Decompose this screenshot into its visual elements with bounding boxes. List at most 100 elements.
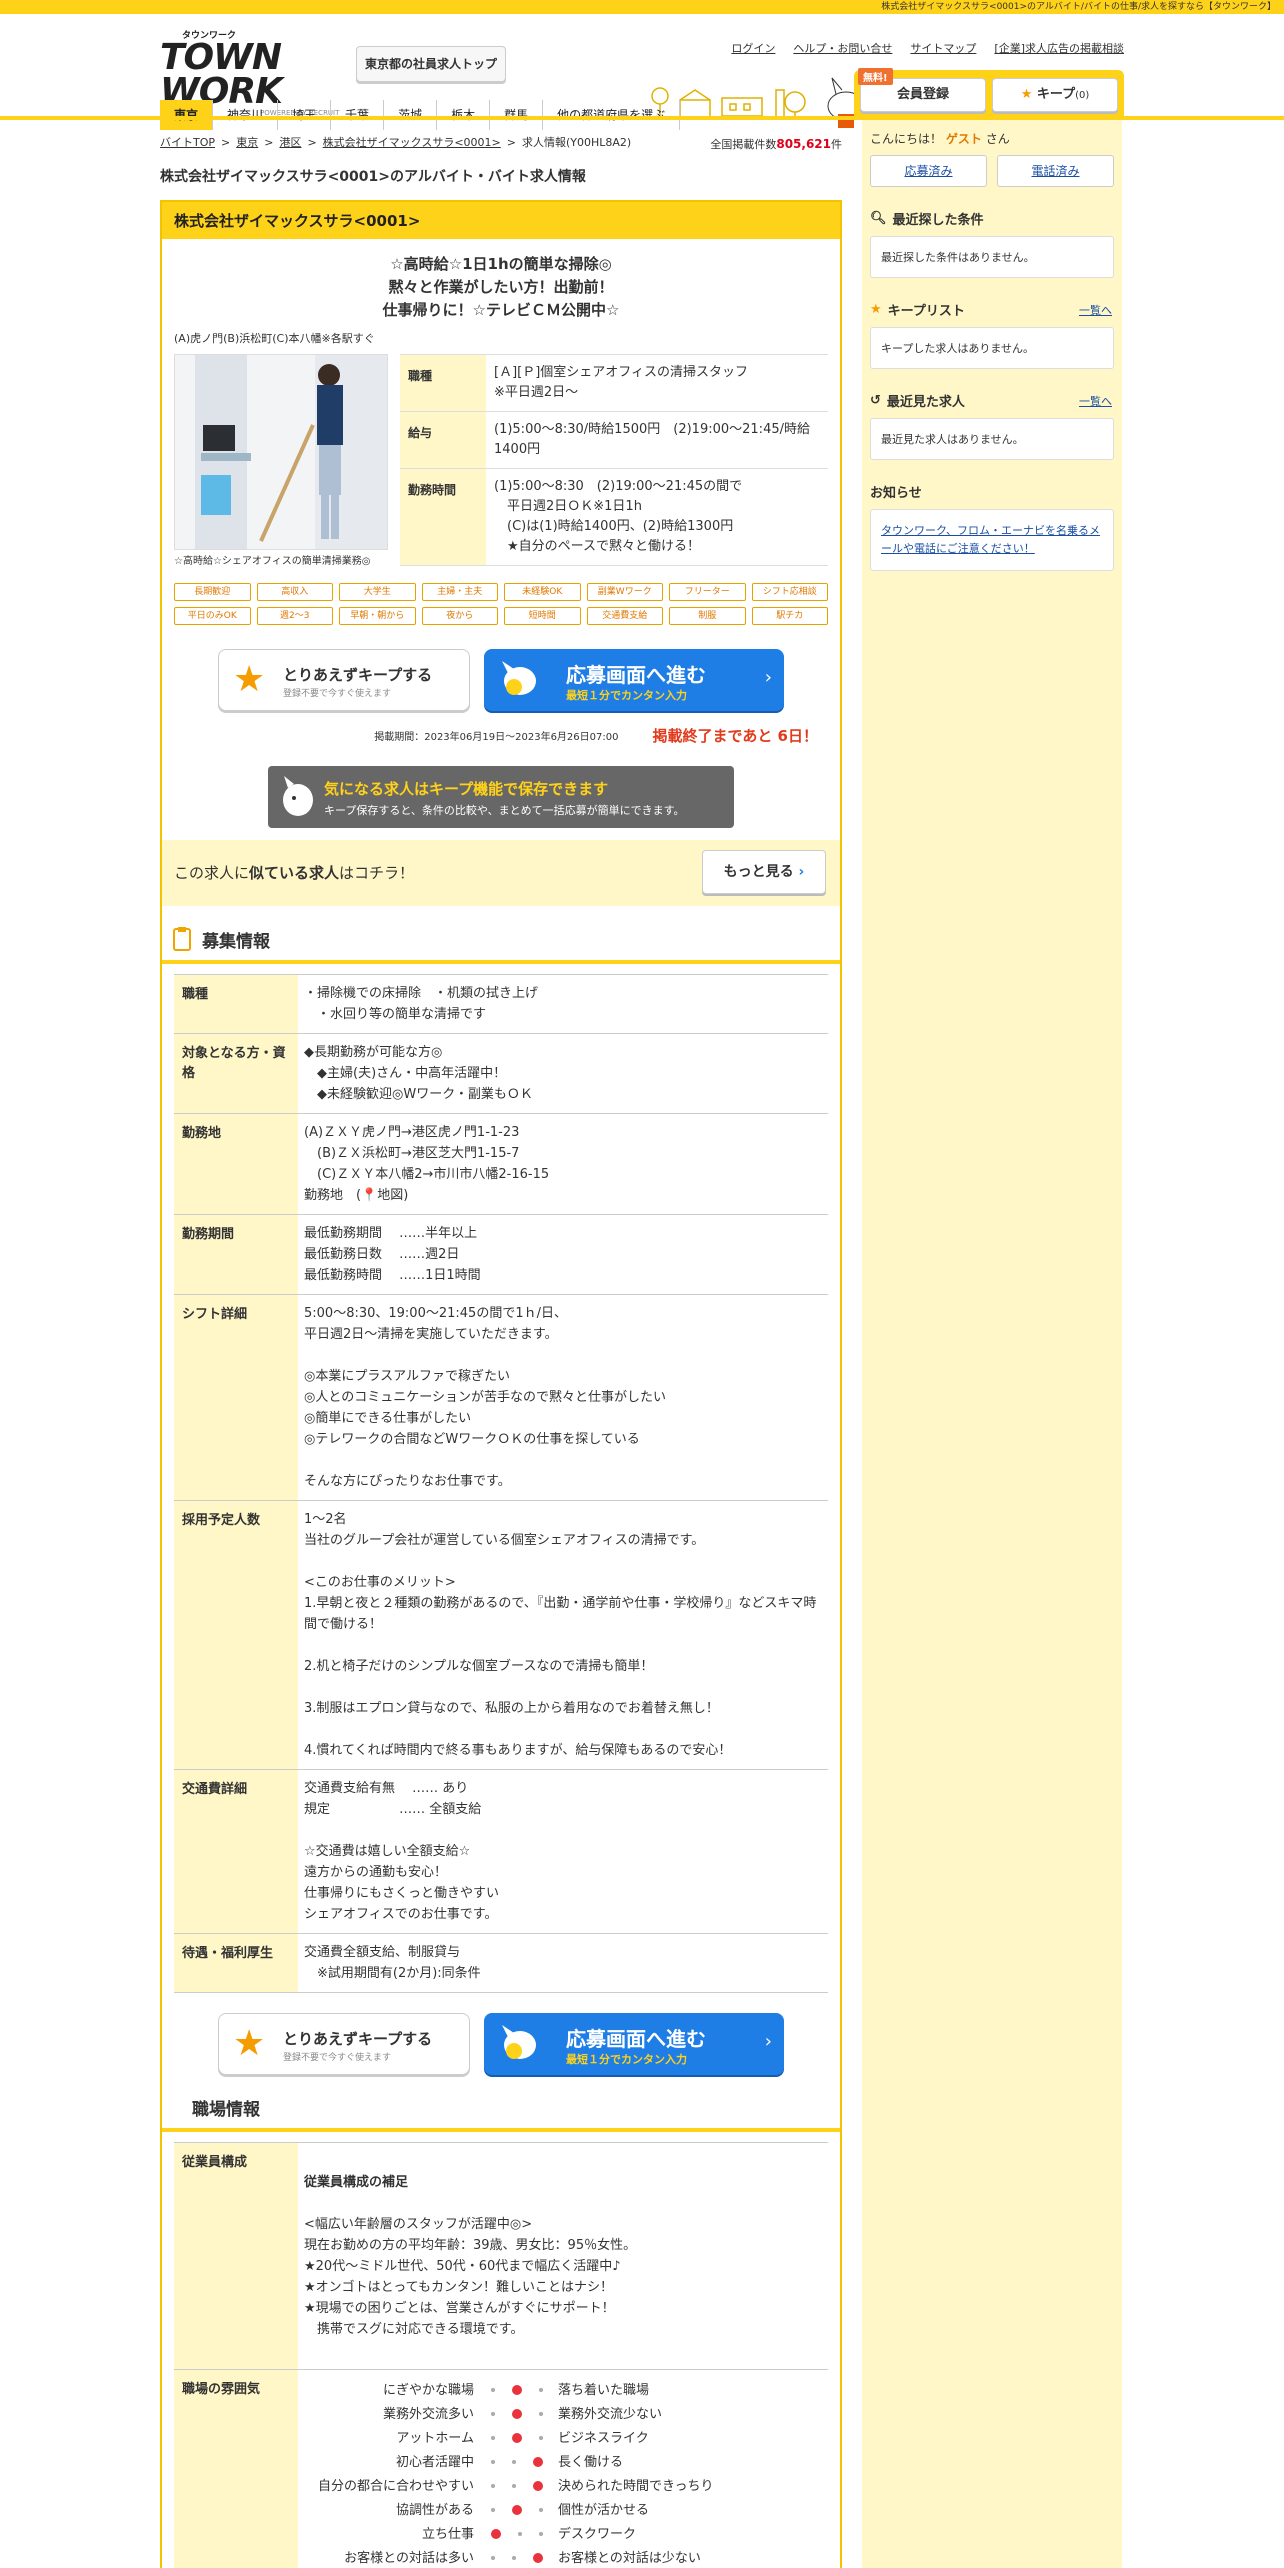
- recruit-row: 交通費詳細 交通費支給有無 …… あり 規定 …… 全額支給 ☆交通費は嬉しい全額…: [174, 1769, 828, 1933]
- apply-button[interactable]: 応募画面へ進む 最短１分でカンタン入力 ›: [484, 649, 784, 711]
- row-value: 交通費全額支給、制服貸与 ※試用期間有(2か月):同条件: [304, 1945, 481, 1981]
- star-icon: ★: [233, 2023, 266, 2064]
- row-value: 1〜2名 当社のグループ会社が運営している個室シェアオフィスの清掃です。 <この…: [304, 1512, 817, 1758]
- page-title: 株式会社ザイマックスサラ<0001>のアルバイト・バイト求人情報: [160, 169, 586, 185]
- row-key: 職種: [174, 975, 298, 1033]
- atmosphere-dot: [539, 2508, 544, 2512]
- nav-chiba[interactable]: 千葉: [331, 100, 385, 130]
- row-value: ・掃除機での床掃除 ・机類の拭き上げ ・水回り等の簡単な清掃です: [304, 986, 539, 1022]
- nav-ibaraki[interactable]: 茨城: [384, 100, 438, 130]
- summary-value: (1)5:00〜8:30/時給1500円 (2)19:00〜21:45/時給14…: [494, 422, 810, 457]
- atmosphere-right: 落ち着いた職場: [558, 2382, 650, 2398]
- recruit-section-title: 募集情報: [162, 926, 840, 964]
- apply-button[interactable]: 応募画面へ進む 最短１分でカンタン入力 ›: [484, 2013, 784, 2075]
- cta-area: ★ とりあえずキープする 登録不要で今すぐ使えます 応募画面へ進む 最短１分でカ…: [162, 649, 840, 711]
- company-ad-link[interactable]: [企業]求人広告の掲載相談: [994, 40, 1124, 56]
- keep-subtitle: 登録不要で今すぐ使えます: [283, 689, 392, 699]
- breadcrumb-top[interactable]: バイトTOP: [160, 134, 215, 150]
- feature-tag: 主婦・主夫: [421, 583, 498, 601]
- member-area: 会員登録 無料! ★ キープ(0): [854, 68, 1124, 116]
- atmosphere-right: ビジネスライク: [558, 2430, 649, 2446]
- catch-line: 黙々と作業がしたい方！出勤前！: [388, 278, 614, 296]
- see-more-button[interactable]: もっと見る ›: [702, 850, 826, 894]
- keep-job-button[interactable]: ★ とりあえずキープする 登録不要で今すぐ使えます: [218, 649, 470, 711]
- period-end: 掲載終了まであと 6日！: [652, 727, 818, 745]
- greeting-pre: こんにちは！: [870, 132, 943, 146]
- breadcrumb-company[interactable]: 株式会社ザイマックスサラ<0001>: [323, 134, 501, 150]
- logo-text: TOWN WORK: [160, 37, 283, 112]
- feature-tag: 制服: [669, 607, 746, 625]
- summary-table: 職種 [Ａ][Ｐ]個室シェアオフィスの清掃スタッフ ※平日週2日〜 給与 (1)5:…: [400, 354, 828, 567]
- summary-row: 職種 [Ａ][Ｐ]個室シェアオフィスの清掃スタッフ ※平日週2日〜: [400, 355, 828, 412]
- atmosphere-dot: [539, 2388, 544, 2392]
- called-tab[interactable]: 電話済み: [997, 155, 1114, 187]
- atmosphere-left: 協調性がある: [395, 2502, 474, 2518]
- nav-gunma[interactable]: 群馬: [490, 100, 544, 130]
- atmosphere-dots: [482, 2385, 552, 2395]
- breadcrumb-tokyo[interactable]: 東京: [236, 134, 258, 150]
- nav-other-prefectures[interactable]: 他の都道府県を選ぶ: [543, 100, 681, 130]
- keep-job-button[interactable]: ★ とりあえずキープする 登録不要で今すぐ使えます: [218, 2013, 470, 2075]
- star-icon: ★: [1020, 87, 1033, 102]
- atmosphere-dot: [511, 2460, 516, 2464]
- atmosphere-dots: [482, 2481, 552, 2491]
- section-title-text: 募集情報: [202, 931, 270, 952]
- period-text: 掲載期間：2023年06月19日〜2023年6月26日07:00: [374, 732, 619, 743]
- chevron-right-icon: ›: [798, 864, 805, 880]
- atmosphere-dot: [517, 2532, 522, 2536]
- keep-list-heading: ★ キープリスト 一覧へ: [870, 300, 1114, 319]
- greeting: こんにちは！ ゲスト さん: [870, 130, 1114, 147]
- atmosphere-row: にぎやかな職場 落ち着いた職場: [304, 2378, 822, 2402]
- row-value: 最低勤務期間 ……半年以上 最低勤務日数 ……週2日 最低勤務時間 ……1日1時…: [304, 1226, 481, 1283]
- atmosphere-dot: [490, 2460, 495, 2464]
- help-link[interactable]: ヘルプ・お問い合せ: [793, 40, 892, 56]
- recent-view-box: 最近見た求人はありません。: [870, 418, 1114, 460]
- keep-list-button[interactable]: ★ キープ(0): [992, 78, 1118, 112]
- atmosphere-dots: [482, 2433, 552, 2443]
- nav-tochigi[interactable]: 栃木: [437, 100, 491, 130]
- nav-tokyo[interactable]: 東京: [160, 100, 214, 130]
- row-key: 職場の雰囲気: [174, 2370, 298, 2568]
- atmosphere-left: お客様との対話は多い: [344, 2550, 474, 2566]
- count-value: 805,621: [776, 137, 831, 151]
- login-link[interactable]: ログイン: [731, 40, 775, 56]
- recruit-row: 職種 ・掃除機での床掃除 ・机類の拭き上げ ・水回り等の簡単な清掃です: [174, 974, 828, 1033]
- row-value: (A)ＺＸＹ虎ノ門→港区虎ノ門1-1-23 (B)ＺＸ浜松町→港区芝大門1-15…: [304, 1125, 550, 1203]
- banner-subtitle: キープ保存すると、条件の比較や、まとめて一括応募が簡単にできます。: [324, 804, 685, 817]
- sitemap-link[interactable]: サイトマップ: [910, 40, 976, 56]
- row-value: 従業員構成の補足 <幅広い年齢層のスタッフが活躍中◎> 現在お勤めの方の平均年齢…: [298, 2143, 828, 2369]
- nav-saitama[interactable]: 埼玉: [278, 100, 332, 130]
- recent-search-box: 最近探した条件はありません。: [870, 236, 1114, 278]
- cta-area-bottom: ★ とりあえずキープする 登録不要で今すぐ使えます 応募画面へ進む 最短１分でカ…: [162, 2013, 840, 2075]
- catch-copy: ☆高時給☆1日1hの簡単な掃除◎ 黙々と作業がしたい方！出勤前！ 仕事帰りに！☆…: [162, 253, 840, 322]
- news-link[interactable]: タウンワーク、フロム・エーナビを名乗るメールや電話にご注意ください！: [870, 509, 1114, 571]
- star-icon: ★: [233, 659, 266, 700]
- similar-bold: 似ている求人: [249, 864, 340, 882]
- atmosphere-dots: [482, 2457, 552, 2467]
- breadcrumb-minato[interactable]: 港区: [279, 134, 301, 150]
- feature-tag: フリーター: [669, 583, 746, 601]
- atmosphere-right: お客様との対話は少ない: [558, 2550, 701, 2566]
- feature-tag: 早朝・朝から: [339, 607, 416, 625]
- count-unit: 件: [831, 138, 842, 151]
- feature-tag: 大学生: [339, 583, 416, 601]
- catch-line: ☆高時給☆1日1hの簡単な掃除◎: [390, 255, 612, 273]
- recent-view-more-link[interactable]: 一覧へ: [1079, 393, 1112, 409]
- breadcrumb-sep: >: [506, 135, 516, 149]
- atmosphere-dot: [490, 2436, 495, 2440]
- recent-view-heading: ↺ 最近見た求人 一覧へ: [870, 391, 1114, 410]
- nav-kanagawa[interactable]: 神奈川: [213, 100, 279, 130]
- atmosphere-dots: [482, 2553, 552, 2563]
- site-logo[interactable]: タウンワーク TOWN WORK POWERED BY RECRUIT: [160, 28, 340, 117]
- apply-title: 応募画面へ進む: [566, 663, 706, 687]
- atmosphere-left: にぎやかな職場: [382, 2382, 474, 2398]
- applied-tab[interactable]: 応募済み: [870, 155, 987, 187]
- keep-list-more-link[interactable]: 一覧へ: [1079, 302, 1112, 318]
- atmosphere-left: アットホーム: [396, 2430, 474, 2446]
- prefecture-nav: 東京 神奈川 埼玉 千葉 茨城 栃木 群馬 他の都道府県を選ぶ: [160, 100, 681, 130]
- prefecture-top-button[interactable]: 東京都の社員求人トップ: [356, 46, 506, 82]
- star-icon: ★: [870, 302, 882, 317]
- keep-feature-banner[interactable]: 気になる求人はキープ機能で保存できます キープ保存すると、条件の比較や、まとめて…: [268, 766, 734, 828]
- apply-subtitle: 最短１分でカンタン入力: [566, 2053, 687, 2066]
- row-key: 対象となる方・資格: [174, 1034, 298, 1113]
